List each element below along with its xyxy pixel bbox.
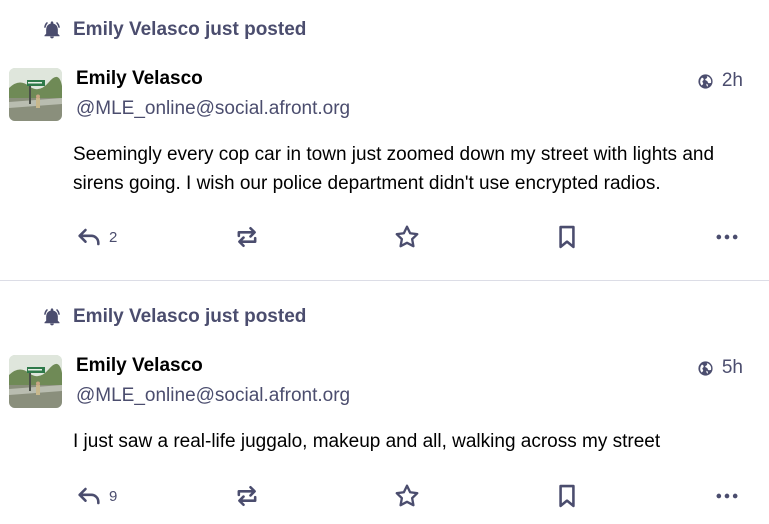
- boost-button[interactable]: [233, 481, 261, 511]
- status-prepend: Emily Velasco just posted: [42, 305, 306, 329]
- relative-time: 2h: [721, 70, 743, 91]
- status-prepend: Emily Velasco just posted: [42, 18, 306, 42]
- status-action-bar: 2: [73, 222, 753, 252]
- boost-icon: [237, 226, 257, 248]
- bookmark-button[interactable]: [553, 481, 581, 511]
- status-content: I just saw a real-life juggalo, makeup a…: [73, 431, 661, 452]
- status-card[interactable]: Emily Velasco just posted Emily Velasco …: [0, 0, 769, 281]
- more-options-button[interactable]: [713, 481, 741, 511]
- avatar-image: [9, 68, 62, 121]
- favourite-button[interactable]: [393, 481, 421, 511]
- bookmark-icon: [559, 484, 575, 508]
- account-handle[interactable]: @MLE_online@social.afront.org: [76, 98, 350, 120]
- notification-feed: Emily Velasco just posted Emily Velasco …: [0, 0, 769, 524]
- reply-icon: [78, 487, 100, 505]
- bell-icon: [44, 21, 60, 39]
- favourite-button[interactable]: [393, 222, 421, 252]
- reply-count: 9: [109, 487, 118, 505]
- globe-icon: [698, 360, 713, 376]
- status-card[interactable]: Emily Velasco just posted Emily Velasco …: [0, 287, 769, 524]
- status-timestamp[interactable]: 2h: [697, 70, 743, 92]
- prepend-text: Emily Velasco just posted: [73, 306, 307, 327]
- star-icon: [395, 225, 419, 248]
- reply-icon: [78, 228, 100, 246]
- bookmark-icon: [559, 225, 575, 249]
- prepend-text: Emily Velasco just posted: [73, 19, 307, 40]
- bell-icon: [44, 308, 60, 326]
- avatar[interactable]: [9, 68, 62, 121]
- display-name[interactable]: Emily Velasco: [76, 68, 203, 90]
- more-options-button[interactable]: [713, 222, 741, 252]
- display-name[interactable]: Emily Velasco: [76, 355, 203, 377]
- bookmark-button[interactable]: [553, 222, 581, 252]
- avatar-image: [9, 355, 62, 408]
- reply-button[interactable]: 2: [75, 222, 117, 252]
- relative-time: 5h: [721, 357, 743, 378]
- boost-button[interactable]: [233, 222, 261, 252]
- globe-icon: [698, 73, 713, 89]
- more-icon: [716, 493, 738, 499]
- avatar[interactable]: [9, 355, 62, 408]
- reply-count: 2: [109, 228, 118, 246]
- reply-button[interactable]: 9: [75, 481, 117, 511]
- star-icon: [395, 484, 419, 507]
- account-handle[interactable]: @MLE_online@social.afront.org: [76, 385, 350, 407]
- status-timestamp[interactable]: 5h: [697, 357, 743, 379]
- status-content: Seemingly every cop car in town just zoo…: [73, 144, 715, 194]
- boost-icon: [237, 485, 257, 507]
- more-icon: [716, 234, 738, 240]
- status-action-bar: 9: [73, 481, 753, 511]
